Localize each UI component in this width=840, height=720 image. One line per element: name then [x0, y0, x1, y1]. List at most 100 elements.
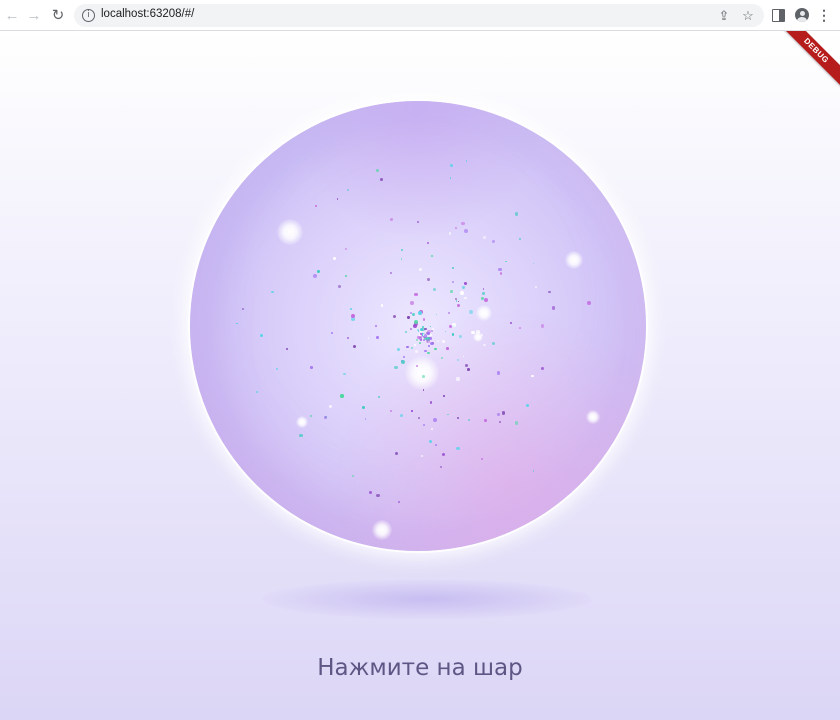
sparkle-dot: [364, 418, 367, 420]
sparkle-dot: [441, 357, 444, 360]
sparkle-dot: [313, 273, 318, 278]
sparkle-dot: [482, 292, 485, 295]
sparkle-dot: [416, 220, 419, 223]
sparkle-dot: [338, 284, 341, 288]
address-bar[interactable]: i localhost:63208/#/ ⇪ ☆: [74, 4, 764, 27]
sparkle-dot: [470, 330, 475, 335]
sparkle-dot: [427, 241, 430, 244]
sparkle-dot: [498, 268, 502, 272]
sparkle-dot: [414, 350, 418, 354]
sparkle-dot: [457, 416, 460, 419]
sparkle-dot: [482, 287, 485, 290]
share-icon[interactable]: ⇪: [716, 8, 732, 24]
sparkle-dot: [483, 298, 488, 303]
sparkle-dot: [510, 321, 513, 324]
sparkle-glow: [565, 251, 583, 269]
sparkle-dot: [410, 327, 413, 330]
sparkle-dot: [480, 457, 483, 460]
sparkle-dot: [418, 416, 421, 419]
sparkle-dot: [424, 328, 427, 331]
sparkle-dot: [498, 420, 502, 424]
debug-banner: DEBUG: [774, 31, 840, 93]
sparkle-dot: [417, 330, 420, 332]
sparkle-dot: [414, 320, 419, 325]
sparkle-dot: [519, 327, 522, 330]
sparkle-dot: [467, 368, 470, 371]
sparkle-dot: [429, 325, 432, 328]
sparkle-dot: [464, 281, 467, 285]
sparkle-dot: [454, 297, 458, 301]
sparkle-dot: [443, 394, 446, 398]
sparkle-dot: [411, 410, 413, 412]
sparkle-glow: [476, 305, 492, 321]
sparkle-dot: [476, 329, 480, 334]
sparkle-dot: [389, 410, 392, 412]
sparkle-dot: [389, 217, 394, 222]
sparkle-dot: [450, 290, 453, 293]
sparkle-dot: [435, 313, 438, 316]
sparkle-dot: [532, 469, 535, 472]
sparkle-dot: [420, 454, 424, 457]
sparkle-dot: [451, 267, 455, 270]
sparkle-dot: [422, 423, 425, 426]
sparkle-dot: [400, 258, 403, 260]
sparkle-dot: [460, 291, 464, 295]
sparkle-dot: [586, 301, 591, 306]
info-icon[interactable]: i: [82, 9, 95, 22]
sparkle-dot: [462, 355, 465, 358]
sparkle-dot: [380, 304, 384, 307]
sparkle-dot: [404, 330, 407, 333]
sparkle-dot: [299, 433, 303, 438]
forward-arrow-icon[interactable]: →: [24, 5, 44, 25]
sparkle-dot: [344, 247, 347, 250]
url-text: localhost:63208/#/: [101, 8, 195, 20]
sparkle-dot: [540, 367, 544, 370]
sparkle-dot: [464, 297, 467, 300]
sparkle-dot: [401, 359, 406, 364]
magic-sphere[interactable]: [190, 101, 646, 551]
sparkle-dot: [518, 237, 522, 241]
sparkle-glow: [586, 410, 600, 424]
sparkle-dot: [423, 333, 428, 338]
sparkle-dot: [449, 177, 452, 180]
sparkle-dot: [310, 414, 313, 417]
sparkle-dot: [540, 324, 545, 328]
sparkle-dot: [483, 418, 487, 422]
reload-icon[interactable]: ↻: [48, 5, 68, 25]
star-icon[interactable]: ☆: [740, 8, 756, 24]
sparkle-dot: [429, 440, 433, 444]
profile-icon[interactable]: [792, 5, 812, 25]
sparkle-dot: [427, 278, 431, 282]
sparkle-dot: [497, 413, 501, 417]
sparkle-dot: [449, 232, 452, 235]
sparkle-dot: [340, 394, 344, 398]
sparkle-dot: [461, 285, 465, 290]
sparkle-dot: [421, 375, 425, 378]
sparkle-dot: [452, 333, 455, 336]
sparkle-dot: [514, 212, 519, 216]
sparkle-dot: [394, 366, 398, 370]
sparkle-dot: [343, 372, 346, 375]
sparkle-dot: [328, 404, 333, 409]
sparkle-dot: [483, 343, 486, 347]
sparkle-dot: [465, 159, 468, 162]
sparkle-dot: [467, 418, 470, 421]
side-panel-icon[interactable]: [768, 5, 788, 25]
sparkle-dot: [457, 303, 460, 307]
sparkle-dot: [362, 406, 366, 410]
sparkle-dot: [499, 272, 503, 275]
sparkle-dot: [347, 189, 350, 192]
sparkle-dot: [235, 322, 238, 325]
sparkle-dot: [455, 227, 457, 229]
sparkle-dot: [496, 371, 501, 375]
back-arrow-icon[interactable]: ←: [2, 5, 22, 25]
sparkle-dot: [551, 306, 556, 311]
sparkle-dot: [446, 347, 449, 350]
sparkle-dot: [406, 345, 409, 348]
kebab-menu-icon[interactable]: ⋮: [814, 5, 834, 25]
sparkle-dot: [324, 416, 327, 419]
sparkle-dot: [423, 318, 426, 321]
sparkle-dot: [275, 368, 278, 370]
sparkle-dot: [418, 310, 423, 315]
sparkle-dot: [413, 323, 418, 328]
